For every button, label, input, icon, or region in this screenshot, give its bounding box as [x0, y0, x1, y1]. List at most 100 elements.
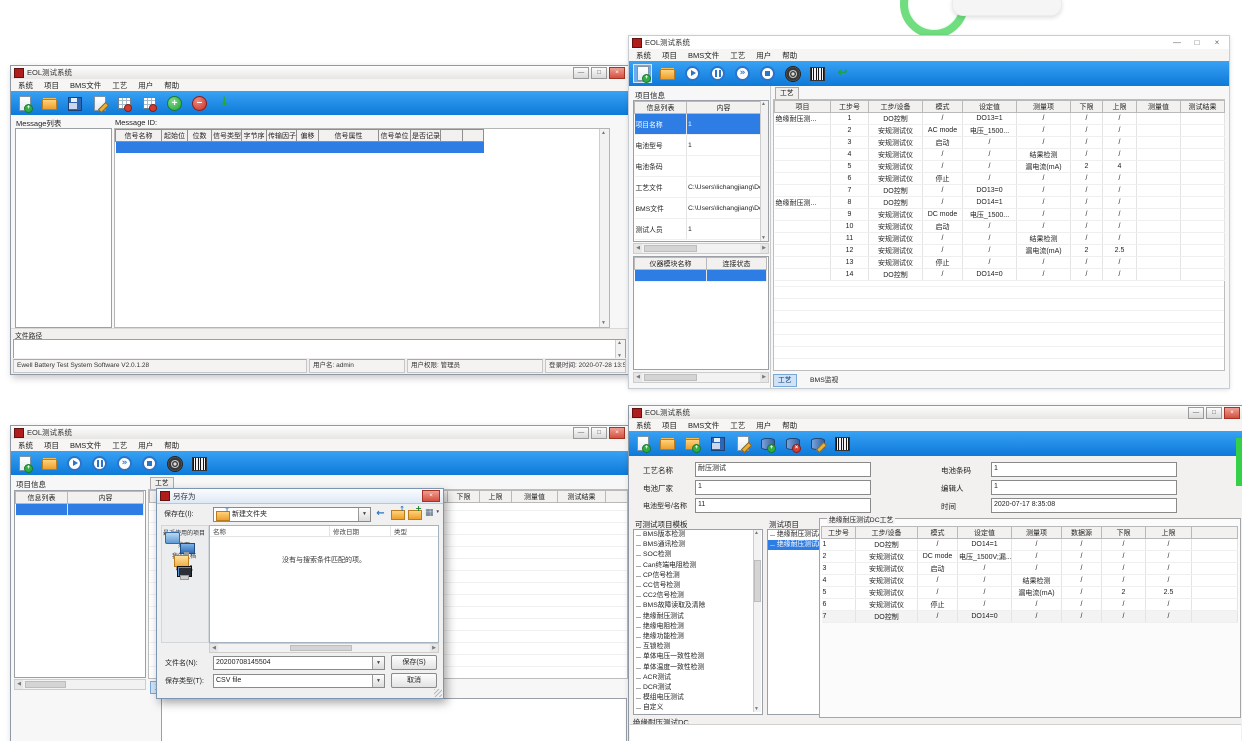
- undo-icon[interactable]: [834, 65, 851, 82]
- column-header[interactable]: 设定值: [963, 101, 1017, 113]
- save-in-combo[interactable]: 新建文件夹 ▼: [213, 507, 371, 522]
- info-row[interactable]: 测试人员1: [635, 219, 761, 240]
- disc-icon[interactable]: [166, 455, 183, 472]
- views-icon[interactable]: [424, 507, 439, 520]
- horizontal-scrollbar[interactable]: ◀▶: [633, 243, 769, 254]
- open-folder-icon[interactable]: [659, 65, 676, 82]
- column-header[interactable]: 数据源: [1062, 527, 1102, 539]
- cancel-button[interactable]: 取消: [391, 673, 437, 688]
- bottom-tab-process[interactable]: 工艺: [773, 374, 797, 387]
- dropdown-arrow-icon[interactable]: ▼: [372, 657, 384, 669]
- template-item[interactable]: 单体电压一致性检测: [634, 652, 762, 662]
- title-bar[interactable]: EOL测试系统 — □ ×: [629, 406, 1242, 420]
- filename-input[interactable]: 20200708145504 ▼: [213, 656, 385, 670]
- barcode-icon[interactable]: [191, 455, 208, 472]
- save-as-icon[interactable]: [91, 95, 108, 112]
- log-textarea[interactable]: ▲▼: [13, 339, 626, 360]
- log-textarea[interactable]: [161, 698, 627, 741]
- column-header[interactable]: 下限: [1102, 527, 1146, 539]
- export-table-icon[interactable]: [116, 95, 133, 112]
- horizontal-scrollbar[interactable]: ◀▶: [633, 372, 769, 383]
- play-icon[interactable]: [684, 65, 701, 82]
- menu-item[interactable]: BMS文件: [70, 80, 101, 91]
- process-row[interactable]: 2安规测试仪DC mode电压_1500V;漏...////: [822, 551, 1238, 563]
- column-header[interactable]: 测试结果: [558, 491, 606, 503]
- menu-item[interactable]: 工艺: [112, 80, 127, 91]
- menu-item[interactable]: BMS文件: [688, 50, 719, 61]
- process-row[interactable]: 10安规测试仪启动////: [775, 221, 1225, 233]
- new-file-icon[interactable]: [634, 65, 651, 82]
- column-header[interactable]: 信息列表: [16, 492, 68, 504]
- dropdown-arrow-icon[interactable]: ▼: [358, 508, 370, 521]
- info-row[interactable]: BMS文件C:\Users\lichangjiang\Desktop\: [635, 198, 761, 219]
- new-file-icon[interactable]: [16, 95, 33, 112]
- back-icon[interactable]: [373, 507, 388, 520]
- battery-barcode-input[interactable]: 1: [991, 462, 1177, 477]
- menu-item[interactable]: 帮助: [164, 440, 179, 451]
- column-header[interactable]: 连接状态: [707, 258, 767, 270]
- menu-item[interactable]: 系统: [18, 440, 33, 451]
- template-item[interactable]: DCR测试: [634, 683, 762, 693]
- template-item[interactable]: CP信号检测: [634, 571, 762, 581]
- module-selected-row[interactable]: [635, 270, 767, 282]
- column-header[interactable]: 位数: [188, 130, 212, 142]
- minimize-button[interactable]: —: [1168, 38, 1186, 48]
- close-button[interactable]: ×: [609, 67, 625, 79]
- place-computer[interactable]: 计算机: [162, 566, 206, 573]
- template-item[interactable]: 绝缘电阻检测: [634, 622, 762, 632]
- column-header[interactable]: 偏移: [297, 130, 319, 142]
- template-item[interactable]: 模组电压测试: [634, 693, 762, 703]
- open-folder-icon[interactable]: [659, 435, 676, 452]
- template-item[interactable]: 自定义: [634, 703, 762, 713]
- template-item[interactable]: 绝缘功能检测: [634, 632, 762, 642]
- column-header[interactable]: 工步号: [831, 101, 869, 113]
- signal-selected-row[interactable]: [116, 142, 484, 153]
- place-documents[interactable]: 我的文档: [162, 554, 206, 561]
- battery-model-input[interactable]: 11: [695, 498, 871, 513]
- column-header[interactable]: 是否记录: [411, 130, 441, 142]
- column-header[interactable]: 上限: [1103, 101, 1137, 113]
- barcode-icon[interactable]: [809, 65, 826, 82]
- template-item[interactable]: ACR测试: [634, 673, 762, 683]
- fast-forward-icon[interactable]: [734, 65, 751, 82]
- minimize-button[interactable]: —: [573, 67, 589, 79]
- menu-item[interactable]: 系统: [636, 420, 651, 431]
- new-file-icon[interactable]: [16, 455, 33, 472]
- menu-item[interactable]: 项目: [662, 420, 677, 431]
- close-button[interactable]: ×: [1224, 407, 1240, 419]
- disc-icon[interactable]: [784, 65, 801, 82]
- column-header[interactable]: 信息列表: [635, 102, 687, 114]
- template-item[interactable]: Can终端电阻检测: [634, 561, 762, 571]
- maximize-button[interactable]: □: [591, 67, 607, 79]
- process-row[interactable]: 7DO控制/DO14=0////: [822, 611, 1238, 623]
- db-add-icon[interactable]: [759, 435, 776, 452]
- barcode-icon[interactable]: [834, 435, 851, 452]
- menu-item[interactable]: 帮助: [782, 420, 797, 431]
- save-icon[interactable]: [66, 95, 83, 112]
- maximize-button[interactable]: □: [591, 427, 607, 439]
- save-icon[interactable]: [709, 435, 726, 452]
- col-name[interactable]: 名称: [210, 526, 330, 536]
- process-row[interactable]: 3安规测试仪启动////: [775, 137, 1225, 149]
- open-folder-icon[interactable]: [41, 95, 58, 112]
- column-header[interactable]: 下限: [1071, 101, 1103, 113]
- info-row[interactable]: 电池型号1: [635, 135, 761, 156]
- info-row[interactable]: 工艺文件C:\Users\lichangjiang\Desktop\: [635, 177, 761, 198]
- column-header[interactable]: 内容: [687, 102, 761, 114]
- process-row[interactable]: 6安规测试仪停止/////: [822, 599, 1238, 611]
- column-header[interactable]: 传输因子: [267, 130, 297, 142]
- fast-forward-icon[interactable]: [116, 455, 133, 472]
- column-header[interactable]: 设定值: [958, 527, 1012, 539]
- info-row[interactable]: 项目名称1: [635, 114, 761, 135]
- column-header[interactable]: [1192, 527, 1238, 539]
- menu-item[interactable]: 系统: [18, 80, 33, 91]
- process-row[interactable]: 6安规测试仪停止////: [775, 173, 1225, 185]
- column-header[interactable]: 信号名称: [116, 130, 162, 142]
- maximize-button[interactable]: □: [1206, 407, 1222, 419]
- add-icon[interactable]: [166, 95, 183, 112]
- column-header[interactable]: 测量项: [1017, 101, 1071, 113]
- editor-input[interactable]: 1: [991, 480, 1177, 495]
- process-row[interactable]: 7DO控制/DO13=0///: [775, 185, 1225, 197]
- col-date[interactable]: 修改日期: [330, 526, 391, 536]
- add-folder-icon[interactable]: [684, 435, 701, 452]
